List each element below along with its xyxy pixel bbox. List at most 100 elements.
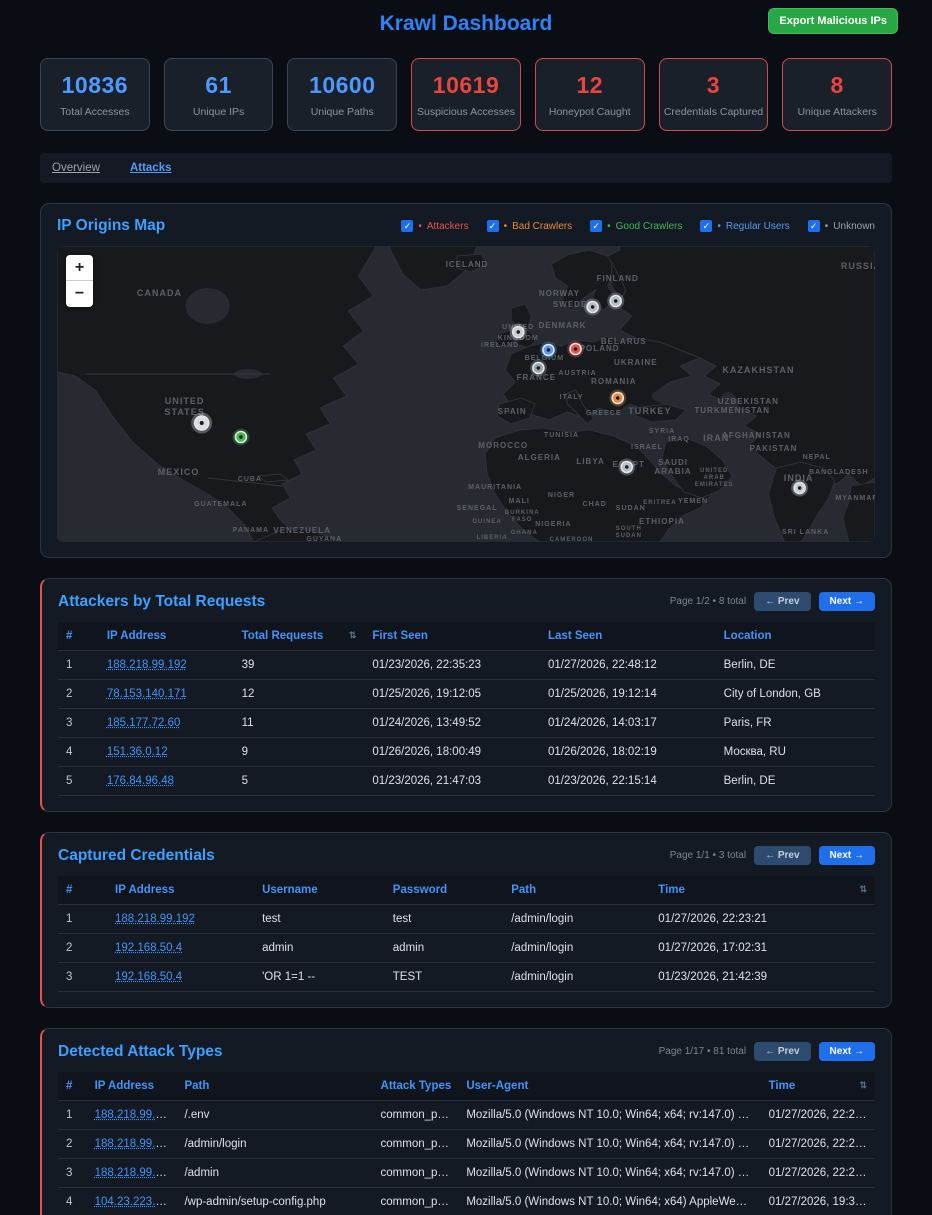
map-label: ETHIOPIA xyxy=(639,517,685,526)
map-label: UZBEKISTAN xyxy=(718,397,779,406)
legend-item-attackers[interactable]: ✓•Attackers xyxy=(401,220,468,232)
map-label: ARAB xyxy=(704,475,725,481)
map-label: LIBERIA xyxy=(477,535,508,541)
prev-page-button[interactable]: ← Prev xyxy=(754,1042,810,1061)
map-label: UKRAINE xyxy=(614,358,658,367)
map-label: NIGER xyxy=(548,492,575,499)
stats-row: 10836Total Accesses61Unique IPs10600Uniq… xyxy=(40,58,892,131)
map-marker[interactable] xyxy=(510,324,527,341)
world-map[interactable]: + − xyxy=(57,246,875,542)
column-header-time[interactable]: Time⇅ xyxy=(650,876,875,905)
ip-address-link[interactable]: 192.168.50.4 xyxy=(115,971,182,983)
cell-ip-address: 192.168.50.4 xyxy=(107,963,254,992)
next-page-button[interactable]: Next → xyxy=(819,846,875,865)
stat-value: 10619 xyxy=(416,72,516,99)
ip-address-link[interactable]: 185.177.72.60 xyxy=(107,717,181,729)
dashboard: Krawl Dashboard Export Malicious IPs 108… xyxy=(40,0,892,1215)
column-header--: # xyxy=(58,876,107,905)
prev-page-button[interactable]: ← Prev xyxy=(754,592,810,611)
zoom-out-button[interactable]: − xyxy=(66,281,93,307)
cell-first-seen: 01/23/2026, 22:35:23 xyxy=(364,651,540,680)
map-label: ROMANIA xyxy=(591,377,636,386)
legend-item-unknown[interactable]: ✓•Unknown xyxy=(808,220,875,232)
column-header-time[interactable]: Time⇅ xyxy=(761,1072,875,1101)
tab-bar: Overview Attacks xyxy=(40,153,892,183)
tab-attacks[interactable]: Attacks xyxy=(130,162,172,174)
map-canvas[interactable]: CANADAICELANDRUSSIAUNITEDSTATESMEXICOCUB… xyxy=(57,246,875,542)
stat-label: Unique Paths xyxy=(292,106,392,118)
cell-first-seen: 01/23/2026, 21:47:03 xyxy=(364,767,540,796)
section-title: Attackers by Total Requests xyxy=(58,593,265,611)
checkbox-checked-icon[interactable]: ✓ xyxy=(487,220,499,232)
checkbox-checked-icon[interactable]: ✓ xyxy=(808,220,820,232)
cell-time: 01/27/2026, 22:23:21 xyxy=(650,905,875,934)
map-marker[interactable] xyxy=(618,459,635,476)
map-marker[interactable] xyxy=(607,293,624,310)
ip-address-link[interactable]: 104.23.223.128 xyxy=(95,1196,175,1208)
legend-item-regular-users[interactable]: ✓•Regular Users xyxy=(700,220,789,232)
map-label: NIGERIA xyxy=(535,521,571,528)
column-header-total-requests[interactable]: Total Requests⇅ xyxy=(234,622,365,651)
ip-address-link[interactable]: 151.36.0.12 xyxy=(107,746,168,758)
zoom-in-button[interactable]: + xyxy=(66,255,93,281)
cell-location: Berlin, DE xyxy=(716,767,875,796)
prev-page-button[interactable]: ← Prev xyxy=(754,846,810,865)
sort-icon[interactable]: ⇅ xyxy=(859,884,867,895)
map-label: KAZAKHSTAN xyxy=(722,365,794,375)
map-marker[interactable] xyxy=(530,360,547,377)
ip-address-link[interactable]: 188.218.99.192 xyxy=(95,1138,175,1150)
legend-item-good-crawlers[interactable]: ✓•Good Crawlers xyxy=(590,220,682,232)
section-header: Detected Attack TypesPage 1/17 • 81 tota… xyxy=(58,1042,875,1061)
stat-value: 3 xyxy=(664,72,764,99)
stat-label: Suspicious Accesses xyxy=(416,106,516,118)
map-label: MYANMAR xyxy=(835,495,875,502)
table-row: 3185.177.72.601101/24/2026, 13:49:5201/2… xyxy=(58,709,875,738)
sort-icon[interactable]: ⇅ xyxy=(859,1080,867,1091)
ip-address-link[interactable]: 176.84.96.48 xyxy=(107,775,174,787)
map-label: ALGERIA xyxy=(518,453,561,462)
map-label: AUSTRIA xyxy=(558,370,596,377)
stat-label: Unique IPs xyxy=(169,106,269,118)
ip-address-link[interactable]: 188.218.99.192 xyxy=(107,659,187,671)
map-label: SUDAN xyxy=(616,505,646,512)
map-label: YEMEN xyxy=(678,498,708,505)
cell-time: 01/27/2026, 22:26:11 xyxy=(761,1101,875,1130)
cell-path: /admin/login xyxy=(503,905,650,934)
page-title: Krawl Dashboard xyxy=(40,12,892,36)
map-label: PANAMA xyxy=(233,527,269,534)
map-label: CUBA xyxy=(238,476,262,483)
ip-address-link[interactable]: 188.218.99.192 xyxy=(95,1109,175,1121)
ip-address-link[interactable]: 188.218.99.192 xyxy=(115,913,195,925)
map-marker[interactable] xyxy=(191,413,212,434)
checkbox-checked-icon[interactable]: ✓ xyxy=(401,220,413,232)
map-marker[interactable] xyxy=(540,342,557,359)
credentials-table: #IP AddressUsernamePasswordPathTime⇅1188… xyxy=(58,876,875,992)
checkbox-checked-icon[interactable]: ✓ xyxy=(590,220,602,232)
stat-card: 8Unique Attackers xyxy=(782,58,892,131)
stat-card: 12Honeypot Caught xyxy=(535,58,645,131)
map-marker[interactable] xyxy=(232,429,249,446)
map-label: CAMEROON xyxy=(550,537,594,542)
ip-address-link[interactable]: 188.218.99.192 xyxy=(95,1167,175,1179)
map-label: VENEZUELA xyxy=(273,526,331,535)
sort-icon[interactable]: ⇅ xyxy=(349,630,357,641)
ip-address-link[interactable]: 192.168.50.4 xyxy=(115,942,182,954)
column-header-path: Path xyxy=(503,876,650,905)
map-marker[interactable] xyxy=(791,480,808,497)
ip-address-link[interactable]: 78.153.140.171 xyxy=(107,688,187,700)
map-legend: ✓•Attackers ✓•Bad Crawlers ✓•Good Crawlers… xyxy=(401,220,875,232)
cell-path: /admin/login xyxy=(503,963,650,992)
map-marker[interactable] xyxy=(567,341,584,358)
checkbox-checked-icon[interactable]: ✓ xyxy=(700,220,712,232)
cell--: 4 xyxy=(58,738,99,767)
legend-label: Regular Users xyxy=(726,221,790,232)
next-page-button[interactable]: Next → xyxy=(819,1042,875,1061)
tab-overview[interactable]: Overview xyxy=(52,162,100,174)
next-page-button[interactable]: Next → xyxy=(819,592,875,611)
export-malicious-ips-button[interactable]: Export Malicious IPs xyxy=(768,8,898,34)
map-marker[interactable] xyxy=(609,390,626,407)
data-sections: Attackers by Total RequestsPage 1/2 • 8 … xyxy=(40,578,892,1215)
map-marker[interactable] xyxy=(584,299,601,316)
legend-item-bad-crawlers[interactable]: ✓•Bad Crawlers xyxy=(487,220,573,232)
cell--: 2 xyxy=(58,1130,87,1159)
